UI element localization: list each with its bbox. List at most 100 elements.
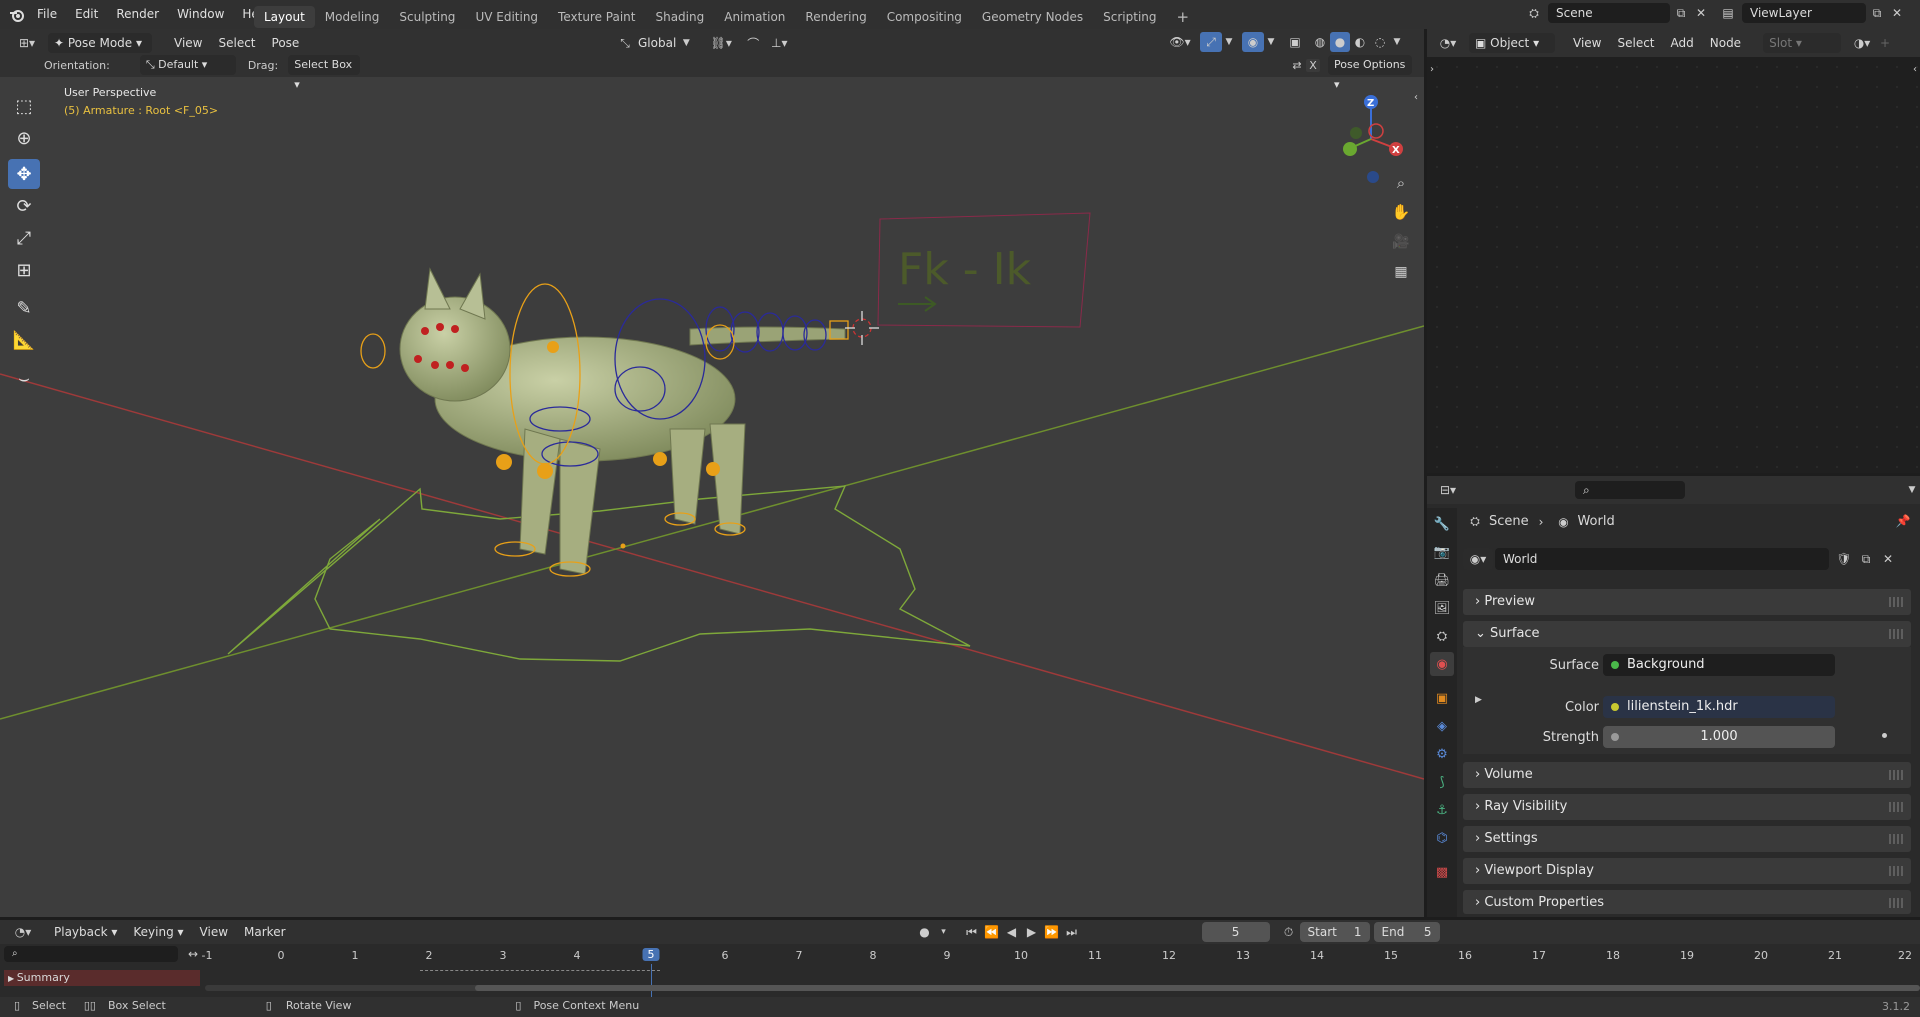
pan-hand-icon[interactable]: ✋ [1388, 197, 1414, 227]
menu-view[interactable]: View [166, 32, 210, 54]
overlays-icon[interactable]: ◉ [1242, 32, 1264, 52]
tab-sculpting[interactable]: Sculpting [389, 6, 465, 28]
panel-grip-icon[interactable] [1889, 597, 1903, 607]
transform-tool-icon[interactable]: ⊞ [8, 255, 40, 285]
keyframe-dot-icon[interactable] [1882, 733, 1887, 738]
menu-render[interactable]: Render [107, 0, 168, 29]
node-menu-add[interactable]: Add [1663, 32, 1702, 54]
pose-options-dropdown[interactable]: Pose Options ▾ [1328, 55, 1412, 91]
move-tool-icon[interactable]: ✥ [8, 159, 40, 189]
render-tab-icon[interactable]: 📷 [1430, 540, 1454, 564]
output-tab-icon[interactable]: 🖨 [1430, 568, 1454, 592]
tab-rendering[interactable]: Rendering [795, 6, 876, 28]
bone-roll-tool-icon[interactable]: ⌣ [8, 363, 40, 393]
menu-window[interactable]: Window [168, 0, 233, 29]
node-sidebar-toggle-icon[interactable]: ‹ [1910, 64, 1920, 75]
menu-edit[interactable]: Edit [66, 0, 107, 29]
transform-affect-icon[interactable]: ⇄ [1288, 59, 1306, 72]
material-shading-icon[interactable]: ◐ [1350, 35, 1370, 49]
annotate-tool-icon[interactable]: ✎ [8, 293, 40, 323]
panel-viewport-display[interactable]: › Viewport Display [1463, 858, 1911, 884]
panel-settings[interactable]: › Settings [1463, 826, 1911, 852]
wireframe-shading-icon[interactable]: ◍ [1310, 35, 1330, 49]
delete-view-layer-icon[interactable]: ✕ [1888, 6, 1906, 20]
fake-user-icon[interactable]: 🛡 [1833, 552, 1855, 566]
panel-preview[interactable]: › Preview [1463, 589, 1911, 615]
node-canvas[interactable] [1427, 57, 1920, 473]
pivot-icon[interactable]: ⛓▾ [706, 36, 736, 50]
scene-tab-icon[interactable]: ⛭ [1430, 624, 1454, 648]
xray-icon[interactable]: ▣ [1284, 35, 1306, 49]
texture-tab-icon[interactable]: ▩ [1430, 860, 1454, 884]
view-layer-tab-icon[interactable]: 🖼 [1430, 596, 1454, 620]
pin-icon[interactable]: 📌 [1893, 514, 1913, 528]
object-tab-icon[interactable]: ▣ [1430, 686, 1454, 710]
panel-surface[interactable]: ⌄ Surface [1463, 621, 1911, 647]
tool-tab-icon[interactable]: 🔧 [1430, 512, 1454, 536]
timeline-search-input[interactable]: ⌕ [4, 946, 178, 962]
blender-logo-icon[interactable] [6, 0, 28, 29]
panel-grip-icon[interactable] [1889, 802, 1903, 812]
x-mirror-icon[interactable]: X [1306, 58, 1320, 72]
visibility-icon[interactable]: 👁▾ [1166, 35, 1194, 49]
cursor-tool-icon[interactable]: ⊕ [8, 123, 40, 153]
modifier-tab-icon[interactable]: ◈ [1430, 714, 1454, 738]
strength-slider[interactable]: 1.000 [1603, 726, 1835, 748]
slot-dropdown[interactable]: Slot ▾ [1763, 33, 1842, 53]
current-frame-indicator[interactable]: 5 [642, 948, 660, 961]
sidebar-toggle-icon[interactable]: ‹ [1410, 92, 1422, 103]
tab-compositing[interactable]: Compositing [877, 6, 972, 28]
scene-icon[interactable]: ⛭ [1524, 6, 1544, 21]
transform-orientation-dropdown[interactable]: Global [634, 32, 680, 54]
rendered-shading-icon[interactable]: ◌ [1370, 35, 1390, 49]
menu-pose[interactable]: Pose [264, 32, 308, 54]
3d-viewport[interactable]: Fk - Ik ⊞▾ ✦ Pose Mode ▾ View Select Pos… [0, 29, 1424, 917]
summary-channel[interactable]: ▶ Summary [4, 970, 200, 986]
panel-grip-icon[interactable] [1889, 866, 1903, 876]
snap-target-icon[interactable]: ⊥▾ [764, 36, 794, 50]
drag-dropdown[interactable]: Select Box ▾ [288, 55, 361, 91]
scale-tool-icon[interactable]: ⤢ [8, 223, 40, 253]
physics-tab-icon[interactable]: ⟆ [1430, 770, 1454, 794]
tab-layout[interactable]: Layout [254, 5, 315, 28]
viewport-scene[interactable]: Fk - Ik [0, 29, 1424, 917]
properties-options-icon[interactable]: ▼ [1905, 485, 1919, 495]
timeline-scrollbar-thumb[interactable] [475, 985, 1920, 991]
tab-shading[interactable]: Shading [645, 6, 714, 28]
tab-animation[interactable]: Animation [714, 6, 795, 28]
node-menu-select[interactable]: Select [1609, 32, 1662, 54]
timeline-editor-type-icon[interactable]: ◔▾ [8, 925, 38, 939]
shader-node-editor[interactable]: ◔▾ ▣ Object ▾ View Select Add Node Slot … [1427, 29, 1920, 473]
panel-volume[interactable]: › Volume [1463, 762, 1911, 788]
keying-menu[interactable]: Keying ▾ [125, 921, 191, 943]
zoom-icon[interactable]: ⌕ [1388, 169, 1414, 197]
solid-shading-icon[interactable]: ● [1330, 32, 1350, 52]
panel-custom-properties[interactable]: › Custom Properties [1463, 890, 1911, 914]
shading-dropdown-icon[interactable]: ▼ [1390, 37, 1404, 47]
view-layer-field[interactable]: ViewLayer [1742, 3, 1866, 23]
node-menu-node[interactable]: Node [1702, 32, 1749, 54]
measure-tool-icon[interactable]: 📐 [8, 325, 40, 355]
snap-icon[interactable]: ⌒ [742, 35, 764, 52]
perspective-grid-icon[interactable]: ▦ [1388, 257, 1414, 287]
tab-texture-paint[interactable]: Texture Paint [548, 6, 645, 28]
frame-ruler[interactable]: -1 0 1 2 3 4 5 6 7 8 9 10 11 12 13 14 15… [202, 920, 1920, 997]
panel-grip-icon[interactable] [1889, 770, 1903, 780]
color-texture-field[interactable]: lilienstein_1k.hdr [1603, 696, 1835, 718]
new-material-icon[interactable]: + [1875, 36, 1895, 50]
new-world-icon[interactable]: ⧉ [1855, 552, 1877, 567]
properties-editor-type-icon[interactable]: ⊟▾ [1433, 483, 1463, 497]
rotate-tool-icon[interactable]: ⟳ [8, 191, 40, 221]
world-browse-icon[interactable]: ◉▾ [1463, 548, 1493, 570]
properties-search-input[interactable]: ⌕ [1575, 481, 1685, 499]
tab-modeling[interactable]: Modeling [315, 6, 390, 28]
material-browse-icon[interactable]: ◑▾ [1849, 36, 1875, 50]
toolbar-toggle-icon[interactable]: › [1427, 64, 1437, 75]
node-menu-view[interactable]: View [1565, 32, 1609, 54]
unlink-world-icon[interactable]: ✕ [1877, 552, 1899, 566]
gizmo-toggle-icon[interactable]: ⤢ [1200, 32, 1222, 52]
panel-grip-icon[interactable] [1889, 629, 1903, 639]
editor-type-icon[interactable]: ⊞▾ [12, 36, 42, 50]
new-scene-icon[interactable]: ⧉ [1670, 6, 1692, 21]
camera-icon[interactable]: 🎥 [1388, 227, 1414, 257]
